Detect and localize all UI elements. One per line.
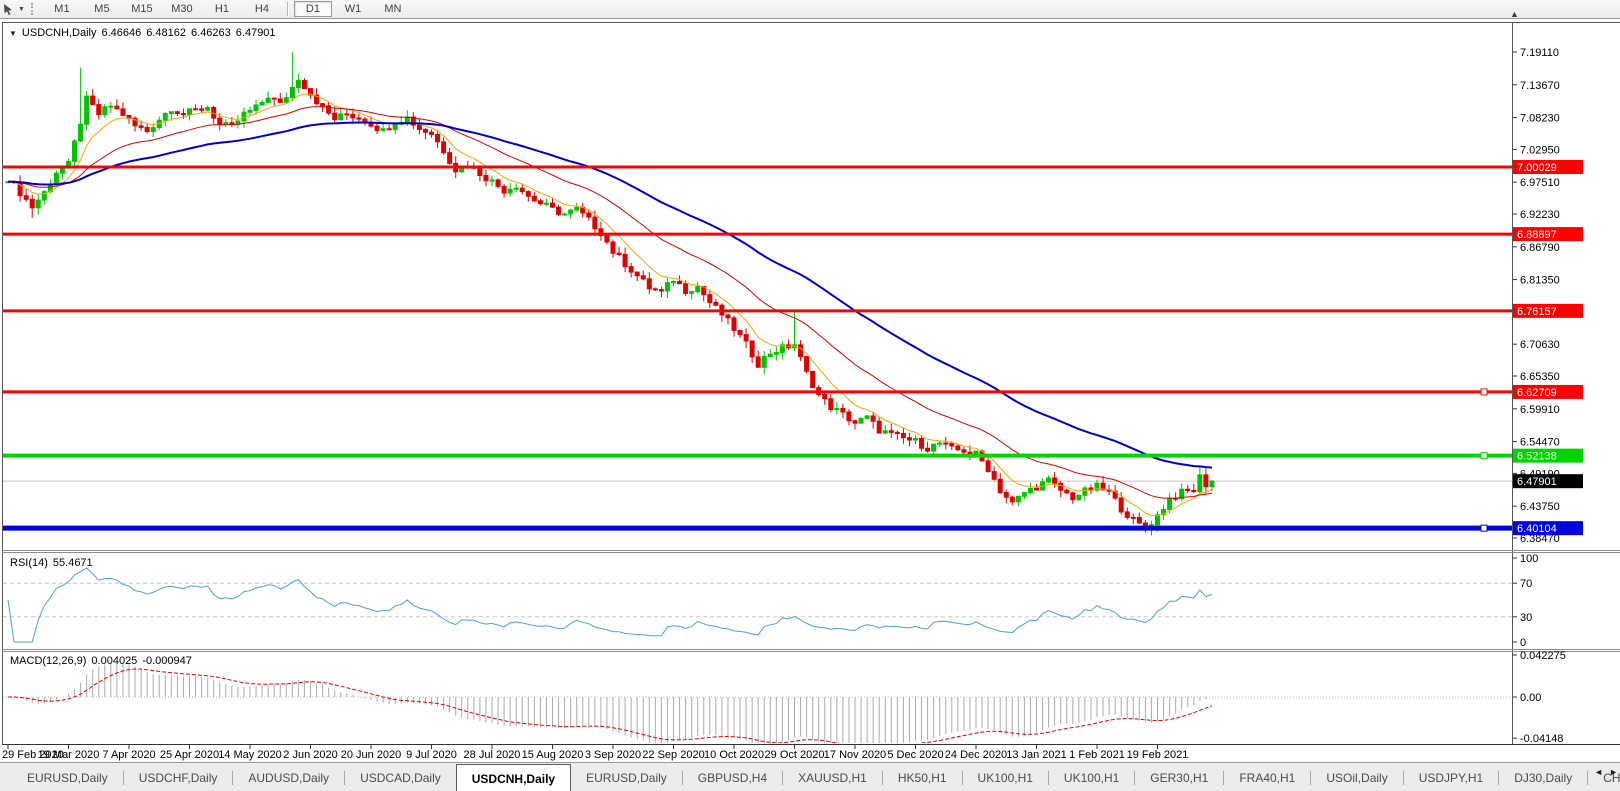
macd-name: MACD(12,26,9) — [10, 655, 86, 667]
rsi-tick-label: 30 — [1520, 612, 1532, 624]
tab-uk100-h1[interactable]: UK100,H1 — [963, 763, 1048, 791]
date-tick-label: 2 Jun 2020 — [283, 749, 337, 761]
level-price-tag-label: 7.00029 — [1517, 162, 1557, 174]
date-tick-label: 14 May 2020 — [218, 749, 282, 761]
date-tick-label: 20 Jun 2020 — [341, 749, 402, 761]
date-tick-label: 7 Apr 2020 — [102, 749, 155, 761]
level-price-tag-label: 6.62709 — [1517, 387, 1557, 399]
price-tick-label: 6.43750 — [1520, 501, 1560, 513]
level-price-tag-label: 6.52138 — [1517, 451, 1557, 463]
date-tick-label: 29 Oct 2020 — [765, 749, 825, 761]
tab-hk50-h1[interactable]: HK50,H1 — [883, 763, 962, 791]
price-tick-label: 6.65350 — [1520, 371, 1560, 383]
macd-tick-label: 0.00 — [1520, 692, 1541, 704]
macd-main-value: 0.004025 — [91, 655, 137, 667]
macd-histogram — [8, 662, 1212, 749]
price-tick-label: 6.92230 — [1520, 209, 1560, 221]
level-price-tag-label: 6.40104 — [1517, 523, 1557, 535]
date-tick-label: 9 Jul 2020 — [406, 749, 457, 761]
rsi-indicator-label: RSI(14) 55.4671 — [10, 557, 93, 569]
price-tick-label: 7.19110 — [1520, 47, 1559, 59]
tab-usdcad-daily[interactable]: USDCAD,Daily — [345, 763, 456, 791]
price-tick-label: 6.97510 — [1520, 177, 1560, 189]
tab-usdcnh-daily[interactable]: USDCNH,Daily — [456, 764, 571, 791]
date-tick-label: 3 Sep 2020 — [585, 749, 641, 761]
date-tick-label: 10 Oct 2020 — [704, 749, 764, 761]
rsi-tick-label: 0 — [1520, 637, 1526, 649]
ohlc-close-value: 6.47901 — [236, 27, 276, 39]
date-tick-label: 28 Jul 2020 — [464, 749, 521, 761]
ohlc-high-value: 6.48162 — [146, 27, 186, 39]
rsi-tick-label: 70 — [1520, 578, 1532, 590]
tab-ger30-h1[interactable]: GER30,H1 — [1135, 763, 1223, 791]
candlestick-series — [6, 52, 1214, 535]
tab-gbpusd-h4[interactable]: GBPUSD,H4 — [683, 763, 782, 791]
ma-slow-line — [8, 123, 1212, 468]
tab-fra40-h1[interactable]: FRA40,H1 — [1224, 763, 1310, 791]
price-tick-label: 6.81350 — [1520, 275, 1560, 287]
macd-tick-label: -0.04148 — [1520, 733, 1563, 745]
date-tick-label: 13 Jan 2021 — [1006, 749, 1067, 761]
price-tick-label: 6.70630 — [1520, 339, 1560, 351]
chart-dropdown-icon[interactable]: ▼ — [9, 29, 17, 38]
price-tick-label: 7.08230 — [1520, 113, 1560, 125]
level-handle[interactable] — [1481, 389, 1487, 395]
tab-audusd-daily[interactable]: AUDUSD,Daily — [233, 763, 344, 791]
date-tick-label: 25 Apr 2020 — [160, 749, 219, 761]
chart-scroll-marker-icon[interactable]: ▲ — [1510, 9, 1519, 19]
date-tick-label: 24 Dec 2020 — [945, 749, 1007, 761]
price-tick-label: 6.54470 — [1520, 437, 1560, 449]
date-tick-label: 19 Feb 2021 — [1127, 749, 1189, 761]
date-tick-label: 5 Dec 2020 — [887, 749, 943, 761]
price-tick-label: 6.86790 — [1520, 242, 1560, 254]
rsi-name: RSI(14) — [10, 557, 48, 569]
chart-canvas[interactable]: 7.19110 7.13670 7.08230 7.02950 6.97510 6.922… — [0, 0, 1620, 791]
symbol-tab-bar: EURUSD,DailyUSDCHF,DailyAUDUSD,DailyUSDC… — [0, 762, 1620, 791]
rsi-tick-label: 100 — [1520, 553, 1538, 565]
ma-fast-line — [8, 94, 1212, 516]
tab-usdjpy-h1[interactable]: USDJPY,H1 — [1404, 763, 1498, 791]
chart-symbol-label: USDCNH,Daily — [22, 27, 97, 39]
tab-eurusd-daily[interactable]: EURUSD,Daily — [12, 763, 123, 791]
date-tick-label: 22 Sep 2020 — [642, 749, 704, 761]
level-handle[interactable] — [1481, 525, 1487, 531]
tab-uk100-h1[interactable]: UK100,H1 — [1049, 763, 1134, 791]
tab-eurusd-daily[interactable]: EURUSD,Daily — [571, 763, 682, 791]
level-price-tag-label: 6.88897 — [1517, 229, 1557, 241]
ma-mid-line — [8, 107, 1212, 499]
macd-signal-line — [8, 669, 1212, 747]
tab-dj30-daily[interactable]: DJ30,Daily — [1499, 763, 1587, 791]
macd-signal-value: -0.000947 — [142, 655, 192, 667]
ohlc-low-value: 6.46263 — [191, 27, 231, 39]
mt4-window: ▼ M1M5M15M30H1H4D1W1MN 7.191107.136707.0… — [0, 0, 1620, 791]
rsi-value: 55.4671 — [53, 557, 93, 569]
date-tick-label: 17 Nov 2020 — [824, 749, 886, 761]
tab-usdchf-daily[interactable]: USDCHF,Daily — [124, 763, 233, 791]
macd-indicator-label: MACD(12,26,9) 0.004025 -0.000947 — [10, 655, 192, 667]
date-tick-label: 1 Feb 2021 — [1069, 749, 1125, 761]
price-tick-label: 7.13670 — [1520, 80, 1560, 92]
tab-scroll-left-icon[interactable]: ◄ — [1594, 767, 1603, 777]
date-tick-label: 19 Mar 2020 — [38, 749, 100, 761]
tab-xauusd-h1[interactable]: XAUUSD,H1 — [783, 763, 882, 791]
level-handle[interactable] — [1481, 453, 1487, 459]
rsi-line — [8, 568, 1212, 642]
tab-scroll-buttons: ◄ ► — [1594, 767, 1618, 777]
ohlc-open-value: 6.46646 — [101, 27, 141, 39]
tab-usoil-daily[interactable]: USOil,Daily — [1311, 763, 1402, 791]
date-tick-label: 15 Aug 2020 — [522, 749, 584, 761]
price-tick-label: 7.02950 — [1520, 144, 1560, 156]
level-price-tag-label: 6.76157 — [1517, 306, 1557, 318]
price-tick-label: 6.59910 — [1520, 404, 1560, 416]
current-price-tag-label: 6.47901 — [1517, 476, 1557, 488]
chart-title: ▼ USDCNH,Daily 6.46646 6.48162 6.46263 6.4790… — [9, 27, 276, 39]
tab-scroll-right-icon[interactable]: ► — [1609, 767, 1618, 777]
macd-tick-label: 0.042275 — [1520, 650, 1566, 662]
